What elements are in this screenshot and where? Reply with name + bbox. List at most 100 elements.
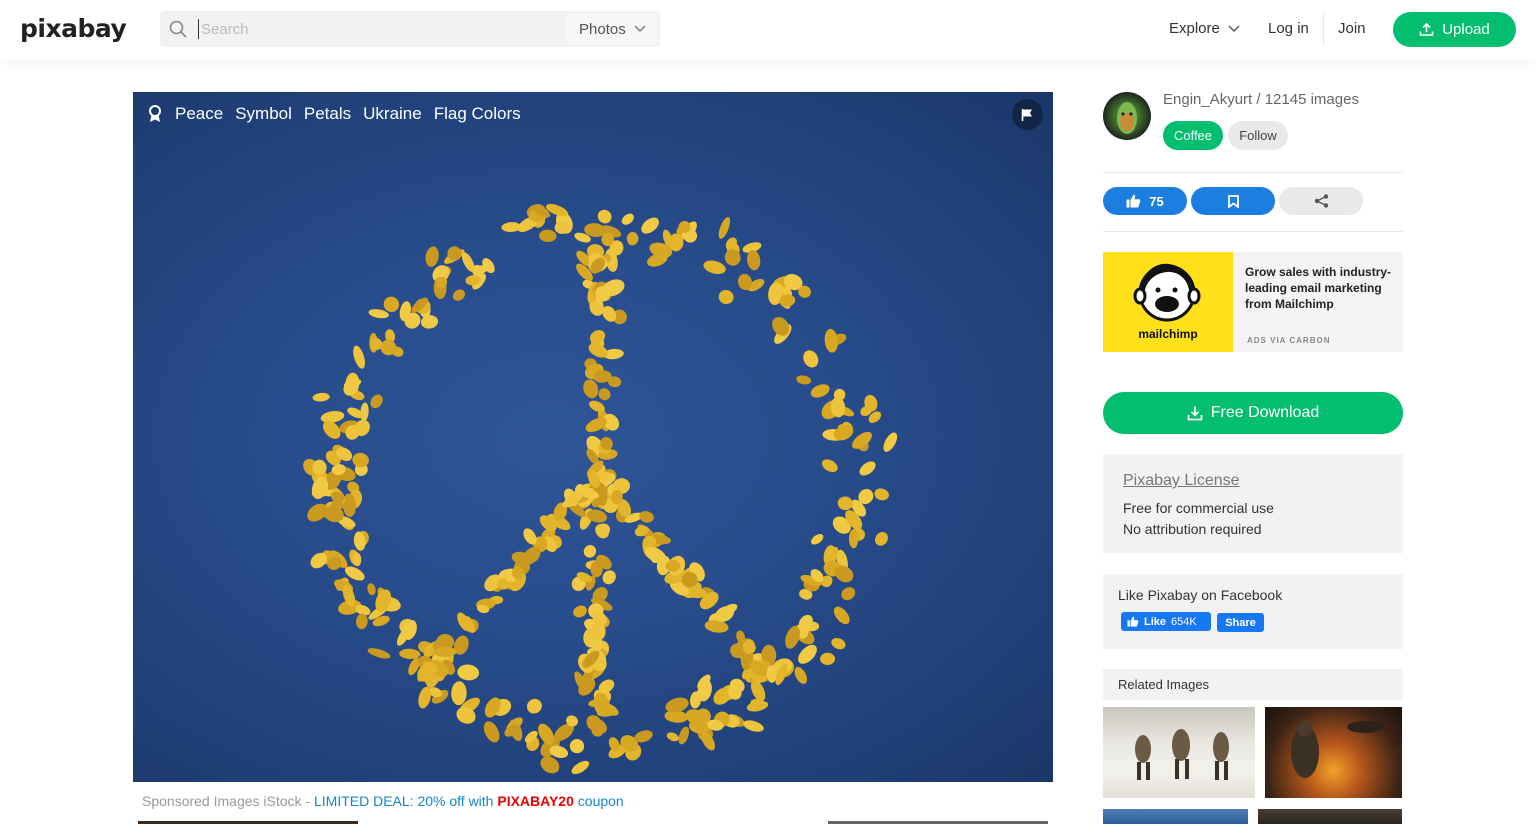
petal [451,681,467,706]
divider [1103,231,1403,232]
tag-ukraine[interactable]: Ukraine [363,104,422,124]
related-image-thumb[interactable] [1265,707,1402,798]
petal [526,698,542,714]
petal [666,732,679,742]
related-images-header: Related Images [1103,669,1403,700]
petal [569,739,585,754]
coupon-code[interactable]: PIXABAY20 [497,793,574,809]
petal [743,720,764,732]
petal [641,217,659,234]
divider [1103,172,1403,173]
petal [883,432,898,452]
explore-menu[interactable]: Explore [1169,20,1240,37]
main-photo[interactable]: Peace Symbol Petals Ukraine Flag Colors [133,92,1053,782]
petal [841,587,856,601]
petal [597,209,612,224]
media-type-select[interactable]: Photos [566,14,658,44]
petal [639,511,654,523]
related-image-thumb[interactable] [1258,809,1402,824]
petal [794,666,808,684]
petal [833,606,850,625]
soldiers-snow-image [1135,729,1229,780]
free-download-button[interactable]: Free Download [1103,392,1403,434]
facebook-title: Like Pixabay on Facebook [1118,587,1283,603]
facebook-like-label: Like [1144,615,1167,628]
deal-link[interactable]: LIMITED DEAL: 20% off with [314,793,497,809]
tag-peace[interactable]: Peace [175,104,223,124]
sponsored-prefix[interactable]: Sponsored Images iStock - [142,793,314,809]
petal [803,350,819,368]
petal [501,222,522,232]
petal [810,384,830,398]
petal [621,213,634,225]
chevron-down-icon [1228,25,1240,32]
related-image-thumb[interactable] [1103,707,1255,798]
author-avatar[interactable] [1103,92,1151,140]
petal [821,459,838,473]
facebook-like-button[interactable]: Like 654K [1121,612,1211,631]
petal [425,246,439,267]
ad-text[interactable]: Grow sales with industry-leading email m… [1245,264,1395,312]
license-line-1: Free for commercial use [1123,500,1274,516]
petal [367,648,391,659]
tag-symbol[interactable]: Symbol [235,104,292,124]
license-line-2: No attribution required [1123,521,1262,537]
carbon-ad[interactable]: mailchimp Grow sales with industry-leadi… [1103,252,1403,352]
petal [875,532,888,546]
petal [590,561,603,578]
share-button[interactable] [1279,187,1363,215]
facebook-share-button[interactable]: Share [1217,613,1264,632]
download-label: Free Download [1210,404,1320,421]
petal [353,345,365,369]
search-input[interactable] [198,19,564,39]
pixabay-logo[interactable]: pixabay [20,14,127,43]
petal [352,452,369,468]
download-icon [1187,406,1203,421]
related-image-thumb[interactable] [1103,809,1248,824]
petal [583,545,597,558]
petal [718,289,734,305]
petal [483,721,500,743]
media-type-label: Photos [579,20,626,38]
save-button[interactable] [1191,187,1275,215]
petal [457,664,480,681]
tag-list: Peace Symbol Petals Ukraine Flag Colors [147,104,521,124]
login-link[interactable]: Log in [1268,20,1309,37]
petal [837,496,853,511]
coupon-suffix[interactable]: coupon [574,793,624,809]
award-ribbon-icon [149,105,161,122]
petal [399,648,421,660]
petal [598,388,611,401]
ad-via[interactable]: ADS VIA CARBON [1247,336,1330,345]
bookmark-icon [1227,194,1239,208]
license-link[interactable]: Pixabay License [1123,472,1240,490]
sponsored-line: Sponsored Images iStock - LIMITED DEAL: … [142,793,624,809]
soldier-explosion-image [1291,721,1383,778]
peace-sign-petals [303,203,898,775]
report-button[interactable] [1012,99,1043,130]
petal [703,260,726,275]
license-box: Pixabay License Free for commercial use … [1103,454,1403,553]
join-link[interactable]: Join [1338,20,1366,37]
explore-label: Explore [1169,20,1220,37]
follow-button[interactable]: Follow [1228,121,1288,150]
top-header: pixabay Photos Explore Log in Join Uploa… [0,0,1536,60]
nav-divider [1323,14,1324,46]
search-bar: Photos [160,11,660,47]
petal [370,394,383,409]
ad-brand: mailchimp [1138,327,1198,341]
chevron-down-icon [634,25,646,32]
tag-flag-colors[interactable]: Flag Colors [434,104,521,124]
coffee-button[interactable]: Coffee [1163,121,1223,150]
petal [356,613,368,630]
petal [820,652,836,665]
petal [859,461,876,476]
like-button[interactable]: 75 [1103,187,1187,215]
petal [678,726,690,745]
share-icon [1314,194,1328,208]
like-count: 75 [1149,193,1164,209]
author-name[interactable]: Engin_Akyurt / 12145 images [1163,91,1359,108]
search-icon[interactable] [168,19,188,39]
upload-button[interactable]: Upload [1393,12,1516,47]
tag-petals[interactable]: Petals [304,104,351,124]
